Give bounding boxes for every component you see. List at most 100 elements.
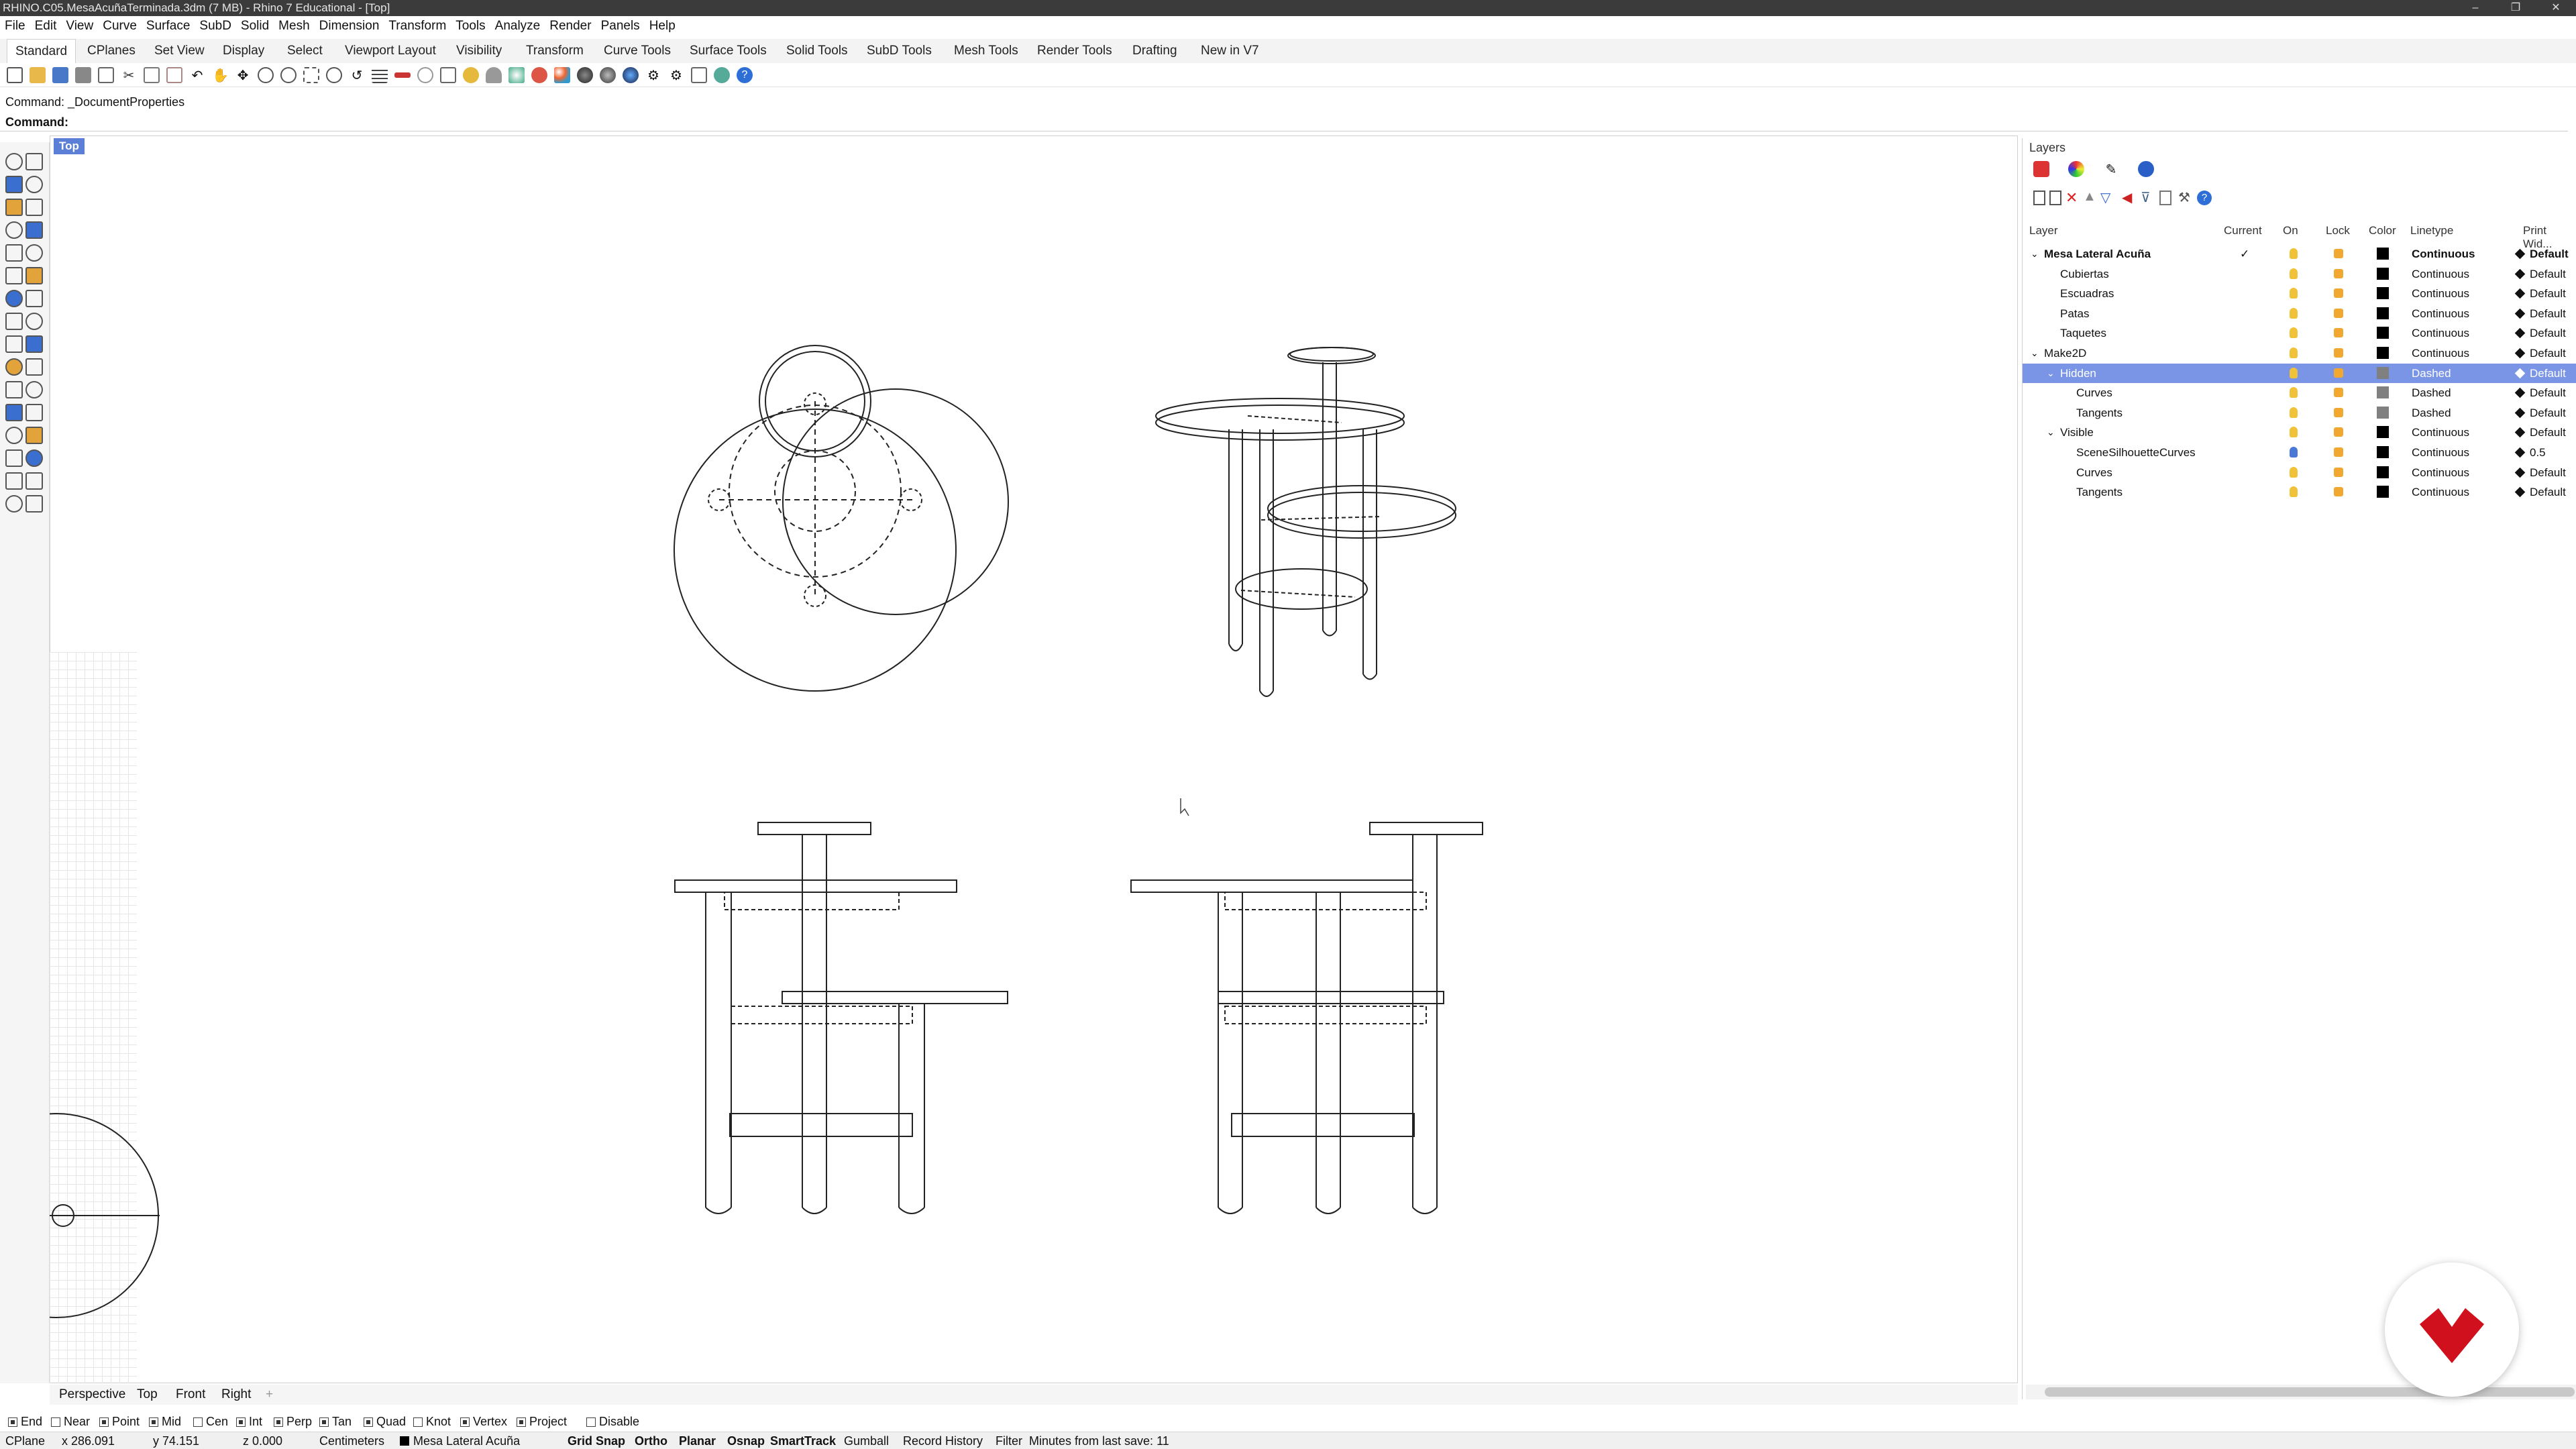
layer-linetype[interactable]: Continuous <box>2412 264 2469 284</box>
layer-row[interactable]: SceneSilhouetteCurves Continuous 0.5 <box>2023 443 2576 462</box>
layer-properties-icon[interactable] <box>2159 191 2171 205</box>
chamfer-icon[interactable] <box>25 313 43 330</box>
layer-lock-icon[interactable] <box>2334 308 2343 318</box>
layer-tools-icon[interactable]: ⚒ <box>2178 189 2190 206</box>
rotate-icon[interactable] <box>25 358 43 376</box>
package-icon[interactable] <box>714 67 730 83</box>
tab-surface-tools[interactable]: Surface Tools <box>682 39 775 63</box>
menu-tools[interactable]: Tools <box>451 16 490 36</box>
lock-icon[interactable] <box>486 67 502 83</box>
rendered-icon[interactable] <box>577 67 593 83</box>
tab-transform[interactable]: Transform <box>518 39 592 63</box>
right-foot-2[interactable] <box>1316 1207 1341 1214</box>
front-foot-1[interactable] <box>705 1207 732 1214</box>
zoom-extents-icon[interactable] <box>303 67 319 83</box>
front-hidden-rail-mid[interactable] <box>731 1006 913 1024</box>
layer-print-width[interactable]: Default <box>2530 323 2566 343</box>
cplane-icon[interactable] <box>394 72 411 78</box>
select-arrow-icon[interactable] <box>5 153 23 170</box>
persp-small-top-rim[interactable] <box>1289 347 1374 362</box>
persp-hidden-bar-3[interactable] <box>1240 590 1356 598</box>
status-record-history[interactable]: Record History <box>903 1432 983 1449</box>
front-foot-2[interactable] <box>802 1207 827 1214</box>
layer-name[interactable]: Make2D <box>2044 343 2086 363</box>
open-file-icon[interactable] <box>30 67 46 83</box>
box-icon[interactable] <box>5 267 23 284</box>
layer-color-swatch[interactable] <box>2377 347 2389 359</box>
expand-chevron-icon[interactable]: ⌄ <box>2031 343 2039 363</box>
col-header-linetype[interactable]: Linetype <box>2410 224 2453 237</box>
layer-on-bulb-icon[interactable] <box>2290 427 2298 438</box>
layer-color-swatch[interactable] <box>2377 446 2389 458</box>
right-large-top[interactable] <box>1130 879 1413 893</box>
move-to-parent-icon[interactable]: ◀ <box>2122 189 2132 206</box>
settings-icon[interactable]: ⚙ <box>668 67 684 83</box>
layer-row[interactable]: ⌄ Mesa Lateral Acuña ✓ Continuous Default <box>2023 244 2576 264</box>
layer-row[interactable]: ⌄ Make2D Continuous Default <box>2023 343 2576 363</box>
menu-help[interactable]: Help <box>645 16 680 36</box>
import-icon[interactable] <box>98 67 114 83</box>
new-file-icon[interactable] <box>7 67 23 83</box>
layer-lock-icon[interactable] <box>2334 328 2343 338</box>
properties-icon[interactable] <box>531 67 547 83</box>
analyze-icon[interactable] <box>5 472 23 490</box>
layer-on-bulb-icon[interactable] <box>2290 347 2298 358</box>
status-cplane[interactable]: CPlane <box>5 1432 45 1449</box>
plan-view[interactable] <box>674 345 1009 692</box>
grid-icon[interactable] <box>372 67 388 83</box>
layer-linetype[interactable]: Continuous <box>2412 323 2469 343</box>
layer-color-swatch[interactable] <box>2377 248 2389 260</box>
tab-visibility[interactable]: Visibility <box>448 39 510 63</box>
save-icon[interactable] <box>52 67 68 83</box>
freeform-curve-icon[interactable] <box>25 244 43 262</box>
layer-print-width[interactable]: Default <box>2530 244 2569 264</box>
layer-on-bulb-icon[interactable] <box>2290 367 2298 378</box>
layer-linetype[interactable]: Continuous <box>2412 244 2475 264</box>
osnap-project-checkbox[interactable]: Project <box>517 1413 567 1430</box>
select-point-icon[interactable] <box>25 153 43 170</box>
undo-icon[interactable]: ↶ <box>189 67 205 83</box>
text-icon[interactable] <box>5 427 23 444</box>
perspective-view[interactable] <box>1155 347 1456 697</box>
persp-foot-1[interactable] <box>1228 643 1243 651</box>
command-prompt[interactable]: Command: <box>0 113 2568 131</box>
options-icon[interactable]: ⚙ <box>645 67 661 83</box>
hatch-icon[interactable] <box>25 427 43 444</box>
layer-name[interactable]: Tangents <box>2076 482 2123 502</box>
layer-on-bulb-icon[interactable] <box>2290 407 2298 418</box>
viewport-tab-perspective[interactable]: Perspective <box>59 1385 125 1405</box>
expand-chevron-icon[interactable]: ⌄ <box>2031 244 2039 264</box>
minimize-button[interactable]: – <box>2455 0 2496 16</box>
tab-curve-tools[interactable]: Curve Tools <box>596 39 679 63</box>
viewport-tab-top[interactable]: Top <box>137 1385 158 1405</box>
layer-linetype[interactable]: Continuous <box>2412 343 2469 363</box>
tab-cplanes[interactable]: CPlanes <box>79 39 144 63</box>
layer-lock-icon[interactable] <box>2334 427 2343 437</box>
layer-lock-icon[interactable] <box>2334 249 2343 258</box>
layer-name[interactable]: Cubiertas <box>2060 264 2109 284</box>
col-header-on[interactable]: On <box>2283 224 2298 237</box>
persp-large-top-bottom[interactable] <box>1155 405 1405 441</box>
expand-chevron-icon[interactable]: ⌄ <box>2047 423 2055 442</box>
zoom-icon[interactable] <box>258 67 274 83</box>
cut-icon[interactable]: ✂ <box>121 67 137 83</box>
front-hidden-rail-top[interactable] <box>724 892 900 910</box>
group-icon[interactable] <box>25 449 43 467</box>
menu-mesh[interactable]: Mesh <box>274 16 314 36</box>
layer-linetype[interactable]: Continuous <box>2412 482 2469 502</box>
layer-linetype[interactable]: Continuous <box>2412 463 2469 482</box>
right-middle-top[interactable] <box>1218 991 1444 1004</box>
copy-icon[interactable] <box>144 67 160 83</box>
tab-drafting[interactable]: Drafting <box>1124 39 1185 63</box>
layer-name[interactable]: Curves <box>2076 463 2112 482</box>
snapshot-icon[interactable] <box>691 67 707 83</box>
filter-icon[interactable]: ⊽ <box>2141 189 2151 206</box>
viewport-label-top[interactable]: Top <box>54 138 85 154</box>
layer-color-swatch[interactable] <box>2377 466 2389 478</box>
menu-view[interactable]: View <box>61 16 98 36</box>
right-hidden-rail-mid[interactable] <box>1224 1006 1427 1024</box>
osnap-end-checkbox[interactable]: End <box>8 1413 42 1430</box>
menu-file[interactable]: File <box>0 16 30 36</box>
layer-lock-icon[interactable] <box>2334 268 2343 278</box>
front-lower-rail[interactable] <box>729 1113 913 1137</box>
